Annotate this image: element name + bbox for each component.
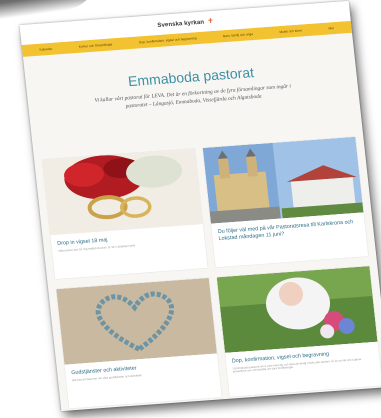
news-grid: Drop in vigsel 18 maj Välkommen den 18 m… bbox=[42, 136, 381, 409]
web-page: Svenska kyrkan Kalender Kyrkor och försa… bbox=[19, 0, 381, 412]
news-card-pastoratsresa[interactable]: Du följer väl med på vår Pastoratsresa t… bbox=[202, 136, 369, 268]
wedding-rings-image bbox=[42, 148, 203, 236]
baptism-image bbox=[216, 266, 378, 353]
site-logo-text: Svenska kyrkan bbox=[157, 19, 205, 29]
stone-heart-image bbox=[56, 277, 218, 365]
nav-item-musik[interactable]: Musik och körer bbox=[279, 28, 302, 34]
nav-item-barn[interactable]: Barn, familj och unga bbox=[223, 32, 253, 38]
screenshot-scene: Svenska kyrkan Kalender Kyrkor och försa… bbox=[0, 0, 381, 418]
nav-item-dop[interactable]: Dop, konfirmation, vigsel och begravning bbox=[139, 36, 197, 44]
nav-item-kalender[interactable]: Kalender bbox=[39, 47, 52, 52]
nav-item-mer[interactable]: Mer bbox=[328, 26, 334, 30]
news-card-vigsel[interactable]: Drop in vigsel 18 maj Välkommen den 18 m… bbox=[42, 148, 208, 280]
card-title: Du följer väl med på vår Pastoratsresa t… bbox=[217, 219, 354, 242]
news-card-gudstjanster[interactable]: Gudstjänster och aktiviteter Här kan du … bbox=[56, 277, 222, 409]
news-card-dop[interactable]: Dop, konfirmation, vigsel och begravning… bbox=[216, 266, 381, 397]
cross-flame-icon bbox=[208, 17, 213, 23]
binder-clip-shadow bbox=[0, 0, 105, 22]
site-logo[interactable]: Svenska kyrkan bbox=[157, 17, 213, 28]
nav-item-kyrkor[interactable]: Kyrkor och församlingar bbox=[79, 42, 113, 48]
churches-image bbox=[202, 136, 364, 224]
